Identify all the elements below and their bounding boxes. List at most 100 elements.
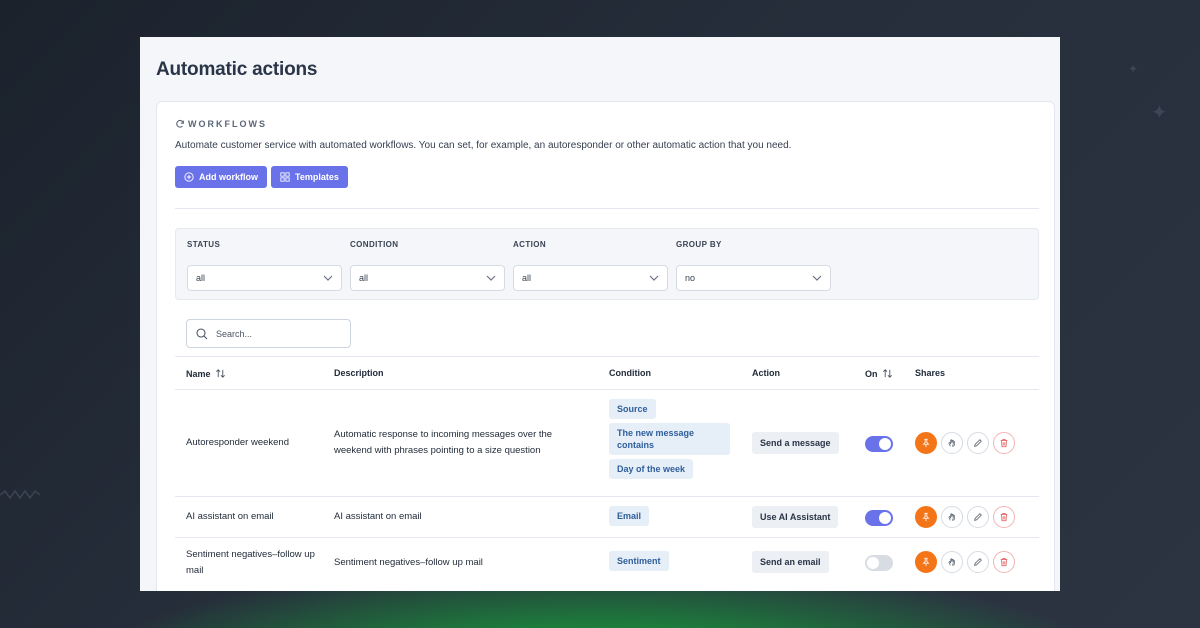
table-row[interactable]: AI assistant on email AI assistant on em… (175, 497, 1039, 538)
section-heading: WORKFLOWS (175, 119, 267, 129)
row-actions (915, 432, 1015, 454)
table-header: Name Description Condition Action On Sha… (175, 356, 1039, 390)
column-action-label: Action (752, 368, 780, 378)
filter-status-label: STATUS (187, 240, 221, 249)
add-workflow-button[interactable]: Add workflow (175, 166, 267, 188)
chevron-down-icon (486, 275, 496, 281)
hand-icon (948, 558, 955, 566)
pin-icon (922, 557, 930, 567)
column-condition-header: Condition (609, 368, 651, 378)
search-box[interactable] (186, 319, 351, 348)
filter-group-by-select[interactable]: no (676, 265, 831, 291)
pencil-icon (974, 558, 982, 566)
trash-icon (1000, 439, 1008, 448)
page-title: Automatic actions (156, 59, 318, 80)
templates-button[interactable]: Templates (271, 166, 348, 188)
sparkle-decoration: ✦ (1128, 62, 1139, 76)
filter-panel: STATUS all CONDITION all ACTION all GROU… (175, 228, 1039, 300)
toolbar: Add workflow Templates (175, 166, 348, 188)
condition-chip: Day of the week (609, 459, 694, 479)
column-name-header[interactable]: Name (186, 368, 226, 379)
pin-button[interactable] (915, 506, 937, 528)
wave-decoration (0, 489, 40, 500)
add-workflow-label: Add workflow (199, 172, 258, 182)
divider (175, 208, 1039, 209)
condition-chip: Source (609, 399, 656, 419)
app-window: Automatic actions WORKFLOWS Automate cus… (140, 37, 1060, 591)
delete-button[interactable] (993, 432, 1015, 454)
enabled-toggle[interactable] (865, 436, 893, 452)
hand-icon (948, 513, 955, 521)
pencil-icon (974, 513, 982, 521)
chevron-down-icon (812, 275, 822, 281)
condition-chip: Sentiment (609, 551, 669, 571)
filter-condition-label: CONDITION (350, 240, 399, 249)
row-actions (915, 551, 1015, 573)
trash-icon (1000, 558, 1008, 567)
condition-chip: The new message contains (609, 423, 730, 455)
sort-icon[interactable] (215, 368, 226, 379)
sort-icon[interactable] (882, 368, 893, 379)
action-chip: Send a message (752, 432, 839, 454)
share-button[interactable] (941, 551, 963, 573)
column-on-label: On (865, 368, 878, 379)
table-row[interactable]: Autoresponder weekend Automatic response… (175, 390, 1039, 497)
delete-button[interactable] (993, 506, 1015, 528)
action-chip: Send an email (752, 551, 829, 573)
column-description-header: Description (334, 368, 384, 378)
enabled-toggle[interactable] (865, 555, 893, 571)
delete-button[interactable] (993, 551, 1015, 573)
row-description: Automatic response to incoming messages … (334, 429, 553, 456)
row-conditions: Source The new message contains Day of t… (609, 399, 730, 479)
pin-icon (922, 512, 930, 522)
row-actions (915, 506, 1015, 528)
enabled-toggle[interactable] (865, 510, 893, 526)
workflows-table: Name Description Condition Action On Sha… (175, 356, 1039, 588)
refresh-icon (176, 119, 184, 128)
trash-icon (1000, 513, 1008, 522)
chevron-down-icon (323, 275, 333, 281)
row-name[interactable]: AI assistant on email (186, 509, 326, 525)
filter-action-select[interactable]: all (513, 265, 668, 291)
pin-button[interactable] (915, 432, 937, 454)
table-row[interactable]: Sentiment negatives–follow up mail Senti… (175, 538, 1039, 588)
edit-button[interactable] (967, 551, 989, 573)
row-name[interactable]: Sentiment negatives–follow up mail (186, 547, 321, 579)
search-input[interactable] (216, 328, 336, 339)
filter-action-label: ACTION (513, 240, 547, 249)
hand-icon (948, 439, 955, 447)
templates-label: Templates (295, 172, 339, 182)
filter-status-value: all (196, 273, 206, 283)
condition-chip: Email (609, 506, 650, 526)
plus-circle-icon (184, 172, 194, 182)
column-condition-label: Condition (609, 368, 651, 378)
section-description: Automate customer service with automated… (175, 140, 792, 151)
filter-condition-select[interactable]: all (350, 265, 505, 291)
action-chip: Use AI Assistant (752, 506, 839, 528)
column-name-label: Name (186, 368, 211, 379)
column-shares-header: Shares (915, 368, 945, 378)
filter-group-by-value: no (685, 273, 696, 283)
chevron-down-icon (649, 275, 659, 281)
grid-icon (280, 172, 290, 182)
filter-group-by-label: GROUP BY (676, 240, 722, 249)
workflows-card: WORKFLOWS Automate customer service with… (156, 101, 1055, 591)
edit-button[interactable] (967, 506, 989, 528)
share-button[interactable] (941, 506, 963, 528)
row-name[interactable]: Autoresponder weekend (186, 435, 326, 451)
filter-action-value: all (522, 273, 532, 283)
row-conditions: Sentiment (609, 551, 669, 571)
filter-condition-value: all (359, 273, 369, 283)
column-shares-label: Shares (915, 368, 946, 378)
share-button[interactable] (941, 432, 963, 454)
filter-status-select[interactable]: all (187, 265, 342, 291)
pin-button[interactable] (915, 551, 937, 573)
edit-button[interactable] (967, 432, 989, 454)
section-heading-text: WORKFLOWS (188, 119, 267, 129)
column-on-header[interactable]: On (865, 368, 893, 379)
pencil-icon (974, 439, 982, 447)
column-description-label: Description (334, 368, 384, 378)
sparkle-decoration: ✦ (1151, 102, 1168, 124)
column-action-header: Action (752, 368, 780, 378)
pin-icon (922, 438, 930, 448)
